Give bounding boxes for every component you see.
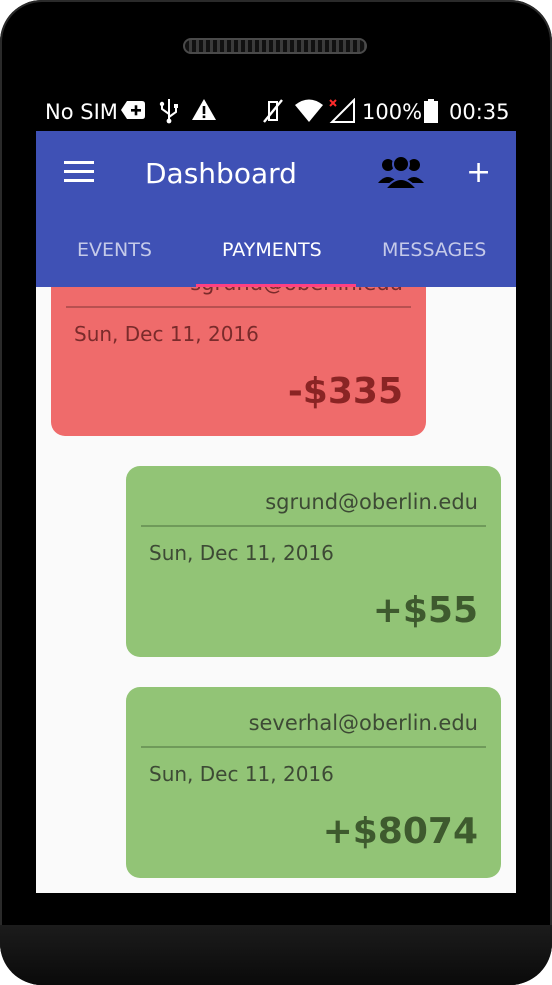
usb-icon [159,99,178,124]
group-icon[interactable] [378,153,424,191]
card-divider [141,746,486,748]
status-bar: No SIM 100% 00:35 [36,94,516,130]
add-button[interactable]: + [466,155,491,190]
payment-date: Sun, Dec 11, 2016 [149,541,334,565]
phone-chin [0,925,552,985]
wifi-icon [295,99,323,122]
payment-date: Sun, Dec 11, 2016 [149,762,334,786]
payment-amount: +$55 [372,590,478,631]
tab-indicator [196,284,356,287]
battery-percentage: 100% [362,100,423,124]
tab-payments[interactable]: PAYMENTS [222,239,322,261]
payment-card[interactable]: severhal@oberlin.edu Sun, Dec 11, 2016 +… [126,687,501,878]
battery-icon [424,99,438,123]
phone-speaker [183,38,367,54]
hamburger-menu-icon[interactable] [64,161,94,185]
payment-email: sgrund@oberlin.edu [265,490,478,514]
signal-icon [329,98,355,123]
payment-email: severhal@oberlin.edu [248,711,478,735]
payment-amount: -$335 [287,371,403,412]
clock: 00:35 [449,100,510,124]
warning-icon [192,99,216,120]
page-title: Dashboard [145,157,297,190]
payment-date: Sun, Dec 11, 2016 [74,322,259,346]
sim-add-icon [121,101,145,119]
app-bar: Dashboard + EVENTS PAYMENTS MESSAGES [36,131,516,287]
payment-card[interactable]: sgrund@oberlin.edu Sun, Dec 11, 2016 +$5… [126,466,501,657]
app-screen: Dashboard + EVENTS PAYMENTS MESSAGES sgr… [36,131,516,893]
vibrate-off-icon [263,99,283,123]
phone-frame: No SIM 100% 00:35 Dashboard + EVENTS PAY… [0,0,552,985]
carrier-label: No SIM [45,100,118,124]
tab-events[interactable]: EVENTS [77,239,152,261]
card-divider [141,525,486,527]
payment-amount: +$8074 [322,811,478,852]
tab-messages[interactable]: MESSAGES [382,239,486,261]
card-divider [66,306,411,308]
